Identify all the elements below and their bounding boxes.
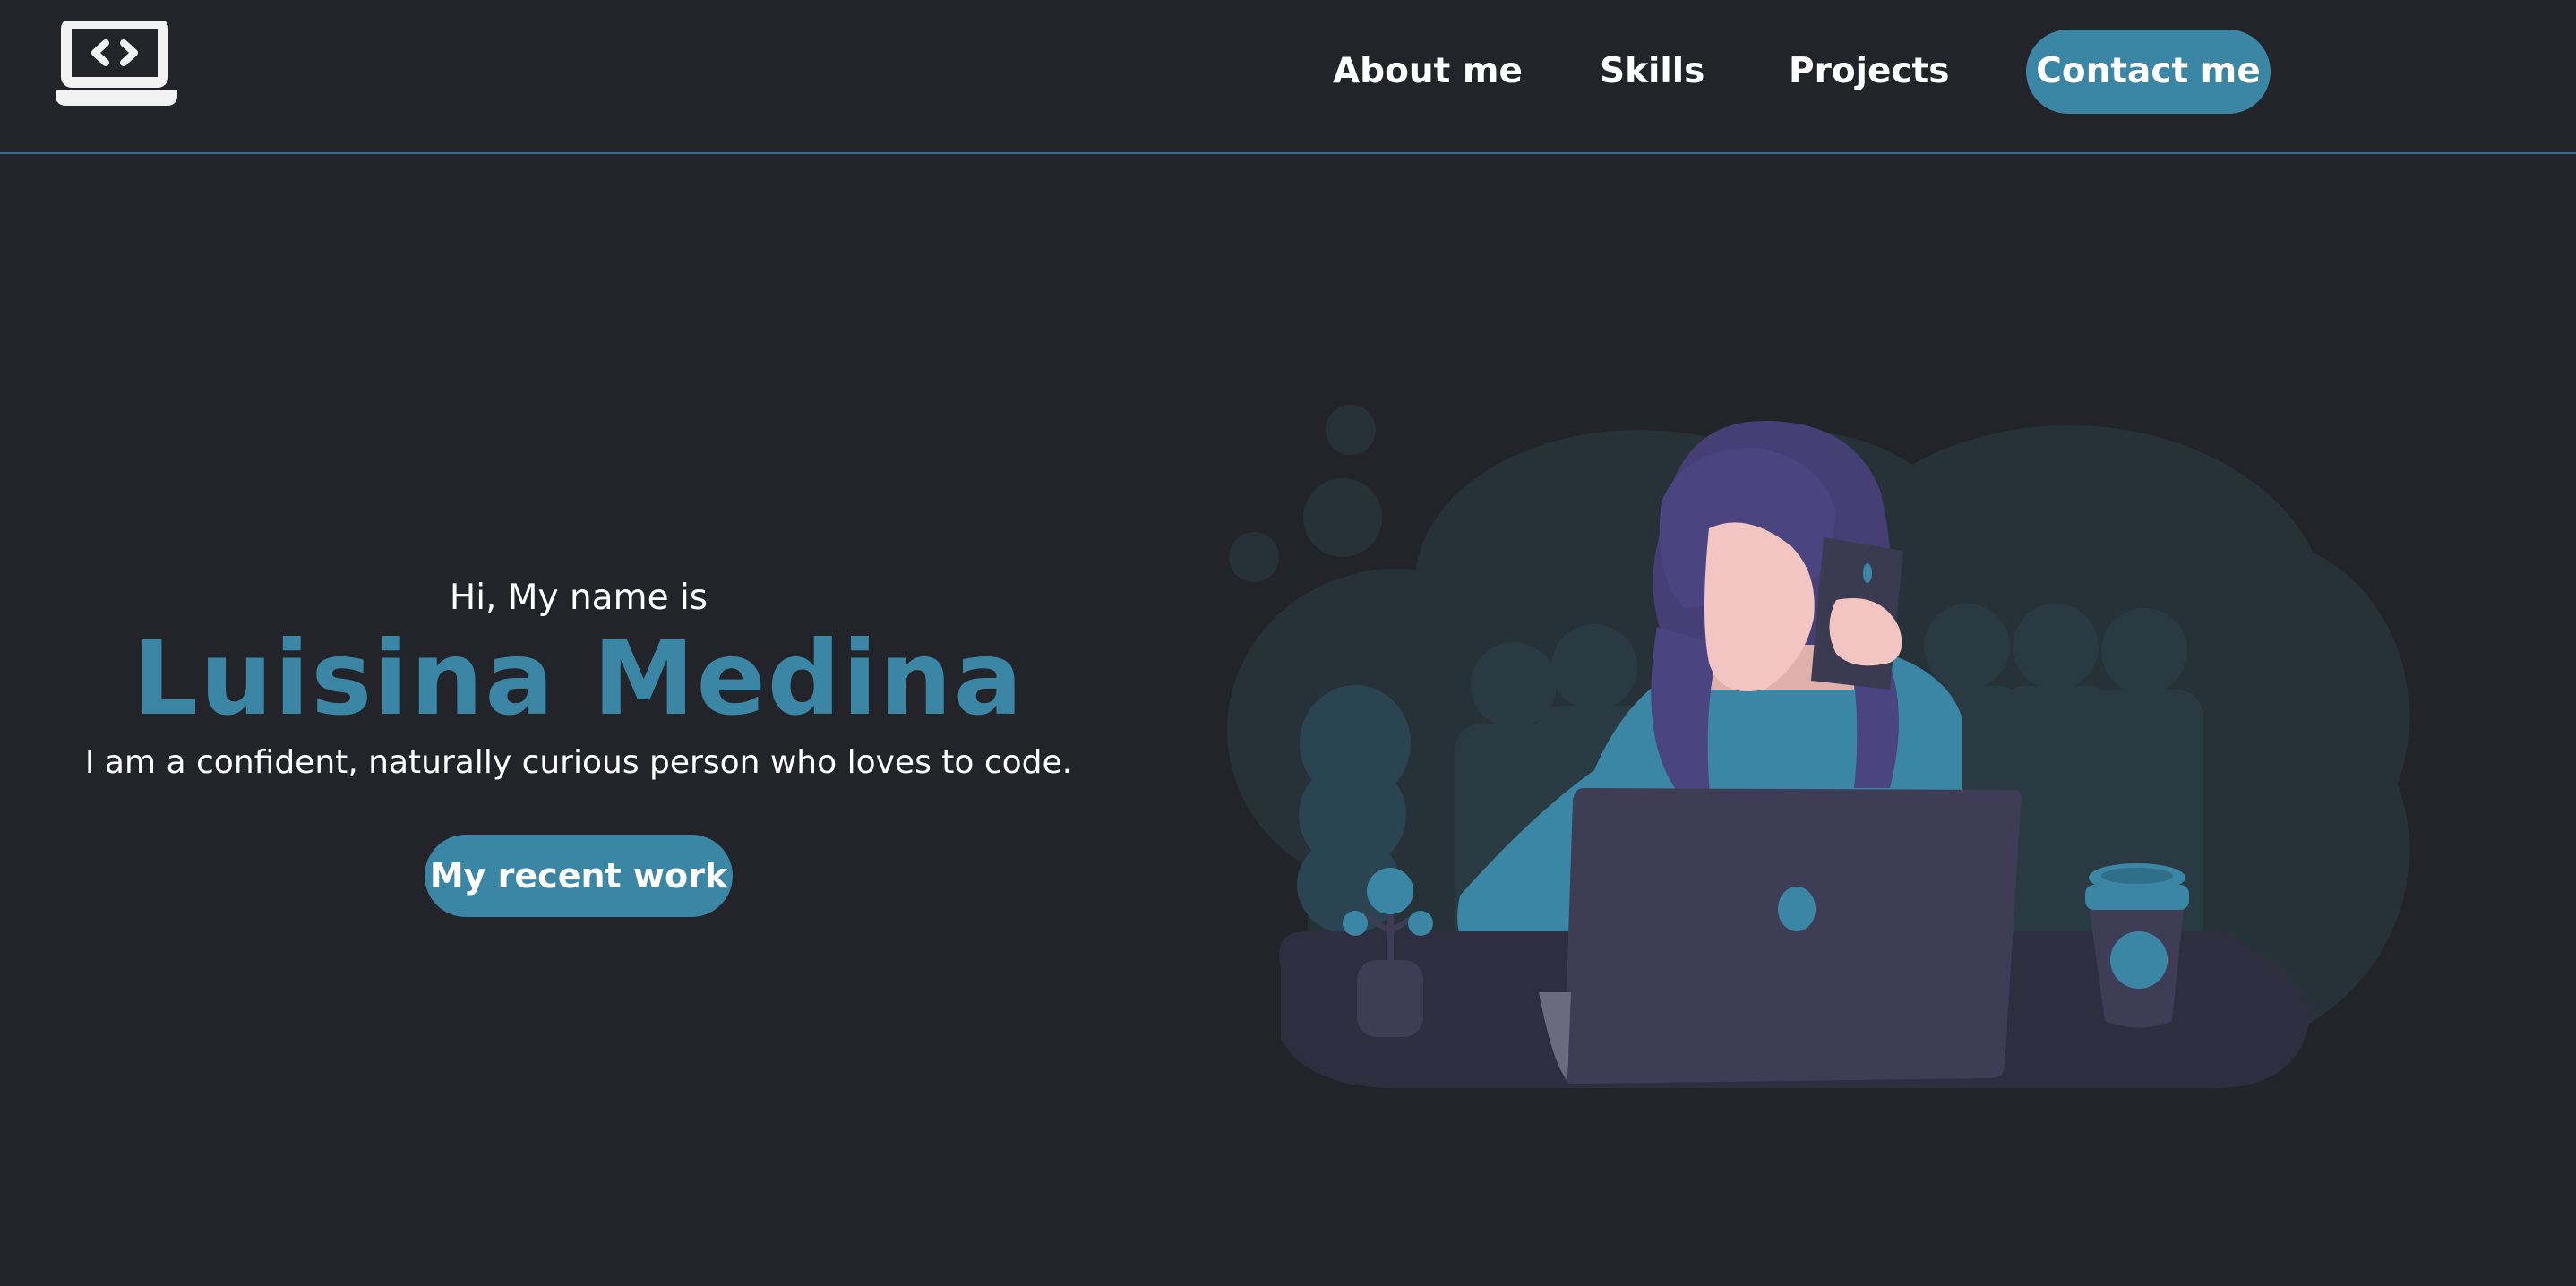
nav-link-about-me[interactable]: About me xyxy=(1333,29,1523,115)
greeting-text: Hi, My name is xyxy=(449,578,708,618)
woman-on-phone-at-laptop-illustration xyxy=(1173,394,2418,1102)
hero-tagline: I am a confident, naturally curious pers… xyxy=(84,744,1073,781)
my-recent-work-button[interactable]: My recent work xyxy=(425,835,733,917)
hero-name: Luisina Medina xyxy=(133,619,1025,738)
nav-link-skills[interactable]: Skills xyxy=(1600,29,1704,115)
hero-intro: Hi, My name is Luisina Medina I am a con… xyxy=(0,555,1157,917)
main-nav: About me Skills Projects Contact me xyxy=(0,29,2576,115)
contact-me-button[interactable]: Contact me xyxy=(2026,30,2271,114)
nav-link-projects[interactable]: Projects xyxy=(1789,29,1949,115)
page: About me Skills Projects Contact me Hi, … xyxy=(0,0,2576,1286)
site-header: About me Skills Projects Contact me xyxy=(0,0,2576,154)
